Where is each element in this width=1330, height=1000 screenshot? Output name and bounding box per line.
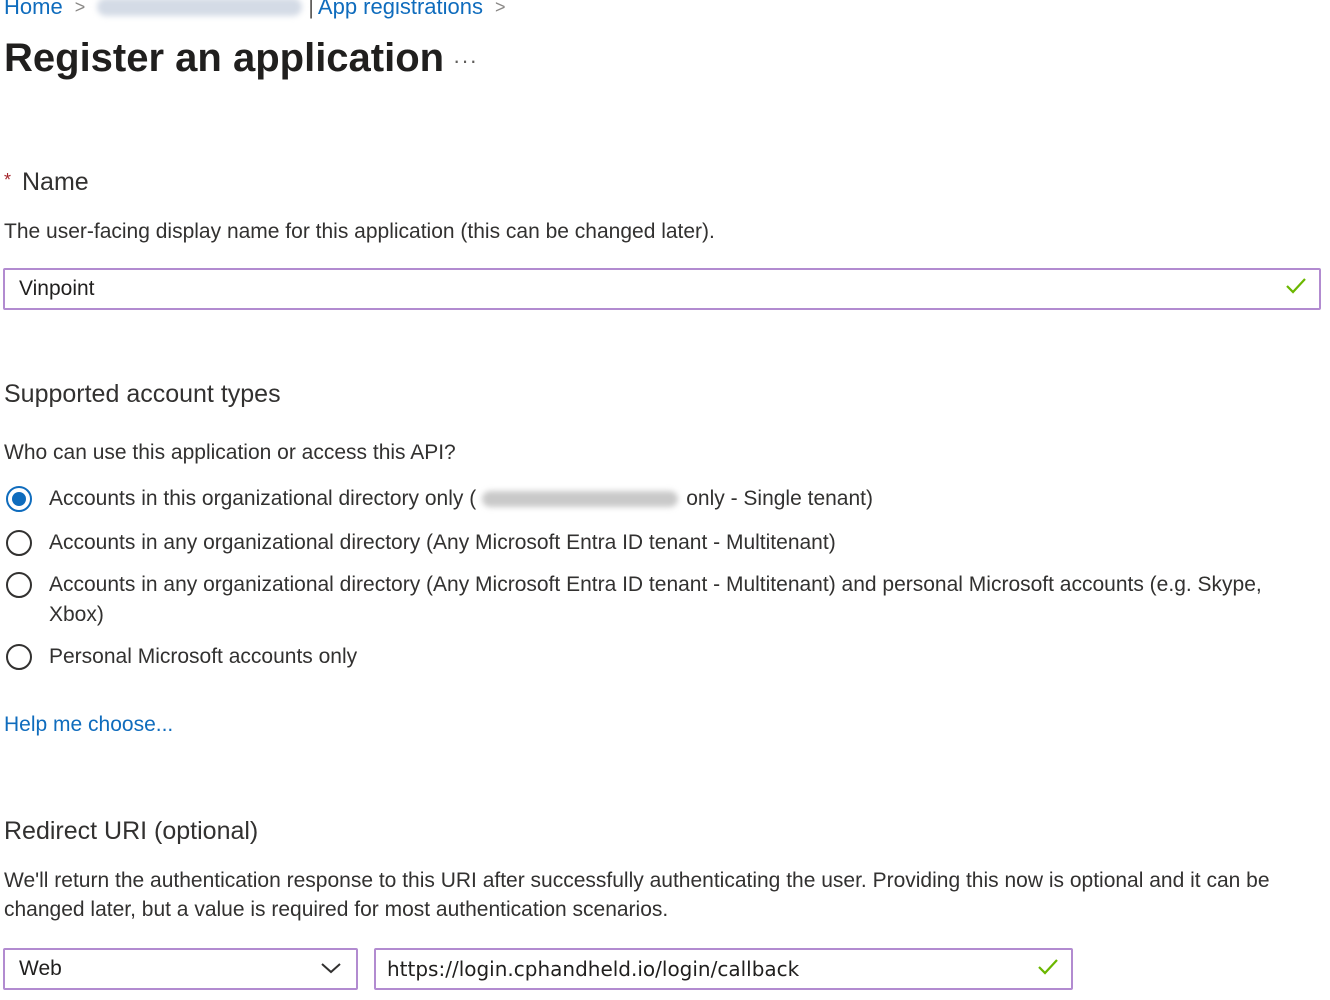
radio-option-single-tenant[interactable]: Accounts in this organizational director… xyxy=(6,484,873,514)
name-description: The user-facing display name for this ap… xyxy=(4,220,715,243)
redirect-uri-description-line1: We'll return the authentication response… xyxy=(4,869,1270,892)
radio-label-multitenant-personal-line1: Accounts in any organizational directory… xyxy=(49,573,1262,596)
platform-select[interactable]: Web xyxy=(3,948,358,990)
account-types-heading: Supported account types xyxy=(4,380,281,408)
radio-label-single-tenant-prefix: Accounts in this organizational director… xyxy=(49,487,477,510)
radio-button[interactable] xyxy=(6,644,32,670)
breadcrumb-tenant-link-redacted[interactable] xyxy=(97,0,303,16)
breadcrumb-app-registrations-link[interactable]: App registrations xyxy=(318,0,483,20)
platform-select-value: Web xyxy=(19,957,62,980)
radio-label-personal-only: Personal Microsoft accounts only xyxy=(49,645,358,668)
name-input-value: Vinpoint xyxy=(19,277,95,300)
redirect-uri-input[interactable]: https://login.cphandheld.io/login/callba… xyxy=(374,948,1073,990)
breadcrumb-home-link[interactable]: Home xyxy=(4,0,63,20)
check-icon xyxy=(1037,957,1059,981)
redirect-uri-heading: Redirect URI (optional) xyxy=(4,817,259,845)
more-options-icon[interactable]: ··· xyxy=(453,48,478,74)
breadcrumb: Home > | App registrations > xyxy=(4,0,518,20)
radio-option-multitenant[interactable]: Accounts in any organizational directory… xyxy=(6,528,836,558)
radio-label-multitenant: Accounts in any organizational directory… xyxy=(49,531,836,554)
radio-button-selected[interactable] xyxy=(6,486,32,512)
radio-option-multitenant-personal[interactable]: Accounts in any organizational directory… xyxy=(6,570,1306,630)
account-types-question: Who can use this application or access t… xyxy=(4,441,456,464)
radio-button[interactable] xyxy=(6,572,32,598)
chevron-down-icon xyxy=(320,957,342,981)
redirect-uri-value: https://login.cphandheld.io/login/callba… xyxy=(387,957,800,981)
name-input[interactable]: Vinpoint xyxy=(3,268,1321,310)
chevron-right-icon: > xyxy=(495,0,506,17)
check-icon xyxy=(1285,277,1307,301)
breadcrumb-divider: | xyxy=(308,0,314,19)
required-indicator: * xyxy=(4,170,12,190)
chevron-right-icon: > xyxy=(74,0,86,17)
help-me-choose-link[interactable]: Help me choose... xyxy=(4,713,173,737)
radio-label-multitenant-personal-line2: Xbox) xyxy=(49,603,104,626)
radio-label-single-tenant-suffix: only - Single tenant) xyxy=(686,487,873,510)
redirect-uri-description-line2: changed later, but a value is required f… xyxy=(4,898,669,921)
radio-option-personal-only[interactable]: Personal Microsoft accounts only xyxy=(6,642,357,672)
radio-button[interactable] xyxy=(6,530,32,556)
tenant-name-redacted xyxy=(482,491,679,508)
name-label: Name xyxy=(22,168,89,196)
page-title: Register an application xyxy=(4,36,445,80)
